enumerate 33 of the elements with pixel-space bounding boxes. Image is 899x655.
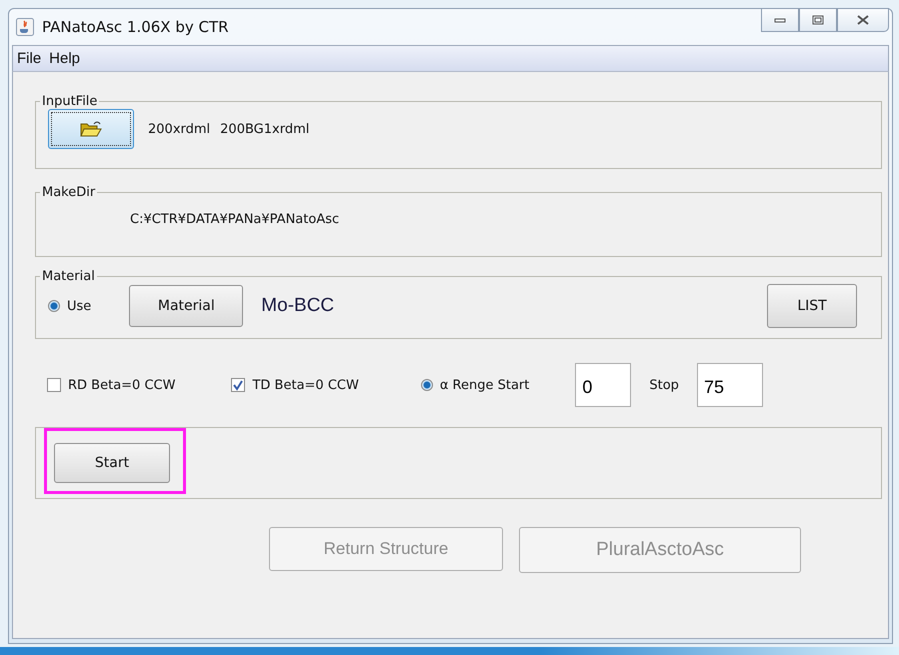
window-title: PANatoAsc 1.06X by CTR xyxy=(42,18,229,36)
menu-item[interactable]: File xyxy=(17,50,42,67)
minimize-icon xyxy=(774,16,786,24)
list-button[interactable]: LIST xyxy=(767,284,857,328)
file-name: 200BG1xrdml xyxy=(220,122,310,136)
folder-icon xyxy=(80,120,102,138)
checkbox[interactable] xyxy=(231,378,246,392)
radio-label: α Renge Start xyxy=(440,378,530,392)
use-radio[interactable] xyxy=(48,300,60,312)
directory-path: C:¥CTR¥DATA¥PANa¥PANatoAsc xyxy=(130,212,340,227)
checkbox-label: TD Beta=0 CCW xyxy=(252,378,359,392)
field-label: Stop xyxy=(649,378,679,392)
file-name: 200xrdml xyxy=(148,122,210,136)
checkbox-label: RD Beta=0 CCW xyxy=(68,378,176,392)
group-label: MakeDir xyxy=(41,185,96,200)
start-button[interactable]: Start xyxy=(54,443,170,483)
material-value: Mo-BCC xyxy=(261,295,334,317)
open-file-button[interactable] xyxy=(48,109,134,149)
menu-item[interactable]: Help xyxy=(49,50,80,67)
radio-button[interactable] xyxy=(420,379,433,391)
close-icon xyxy=(856,15,870,25)
material-button[interactable]: Material xyxy=(129,285,244,327)
group-label: InputFile xyxy=(41,94,98,109)
checkbox[interactable] xyxy=(47,378,61,392)
number-field[interactable]: 75 xyxy=(696,363,763,407)
java-cup-icon xyxy=(16,18,34,36)
close-button[interactable] xyxy=(837,8,889,32)
radio-label: Use xyxy=(67,298,92,314)
group-label: Material xyxy=(41,269,96,284)
minimize-button[interactable] xyxy=(761,8,799,32)
maximize-icon xyxy=(812,15,824,25)
number-field[interactable]: 0 xyxy=(575,363,632,407)
maximize-button[interactable] xyxy=(799,8,837,32)
